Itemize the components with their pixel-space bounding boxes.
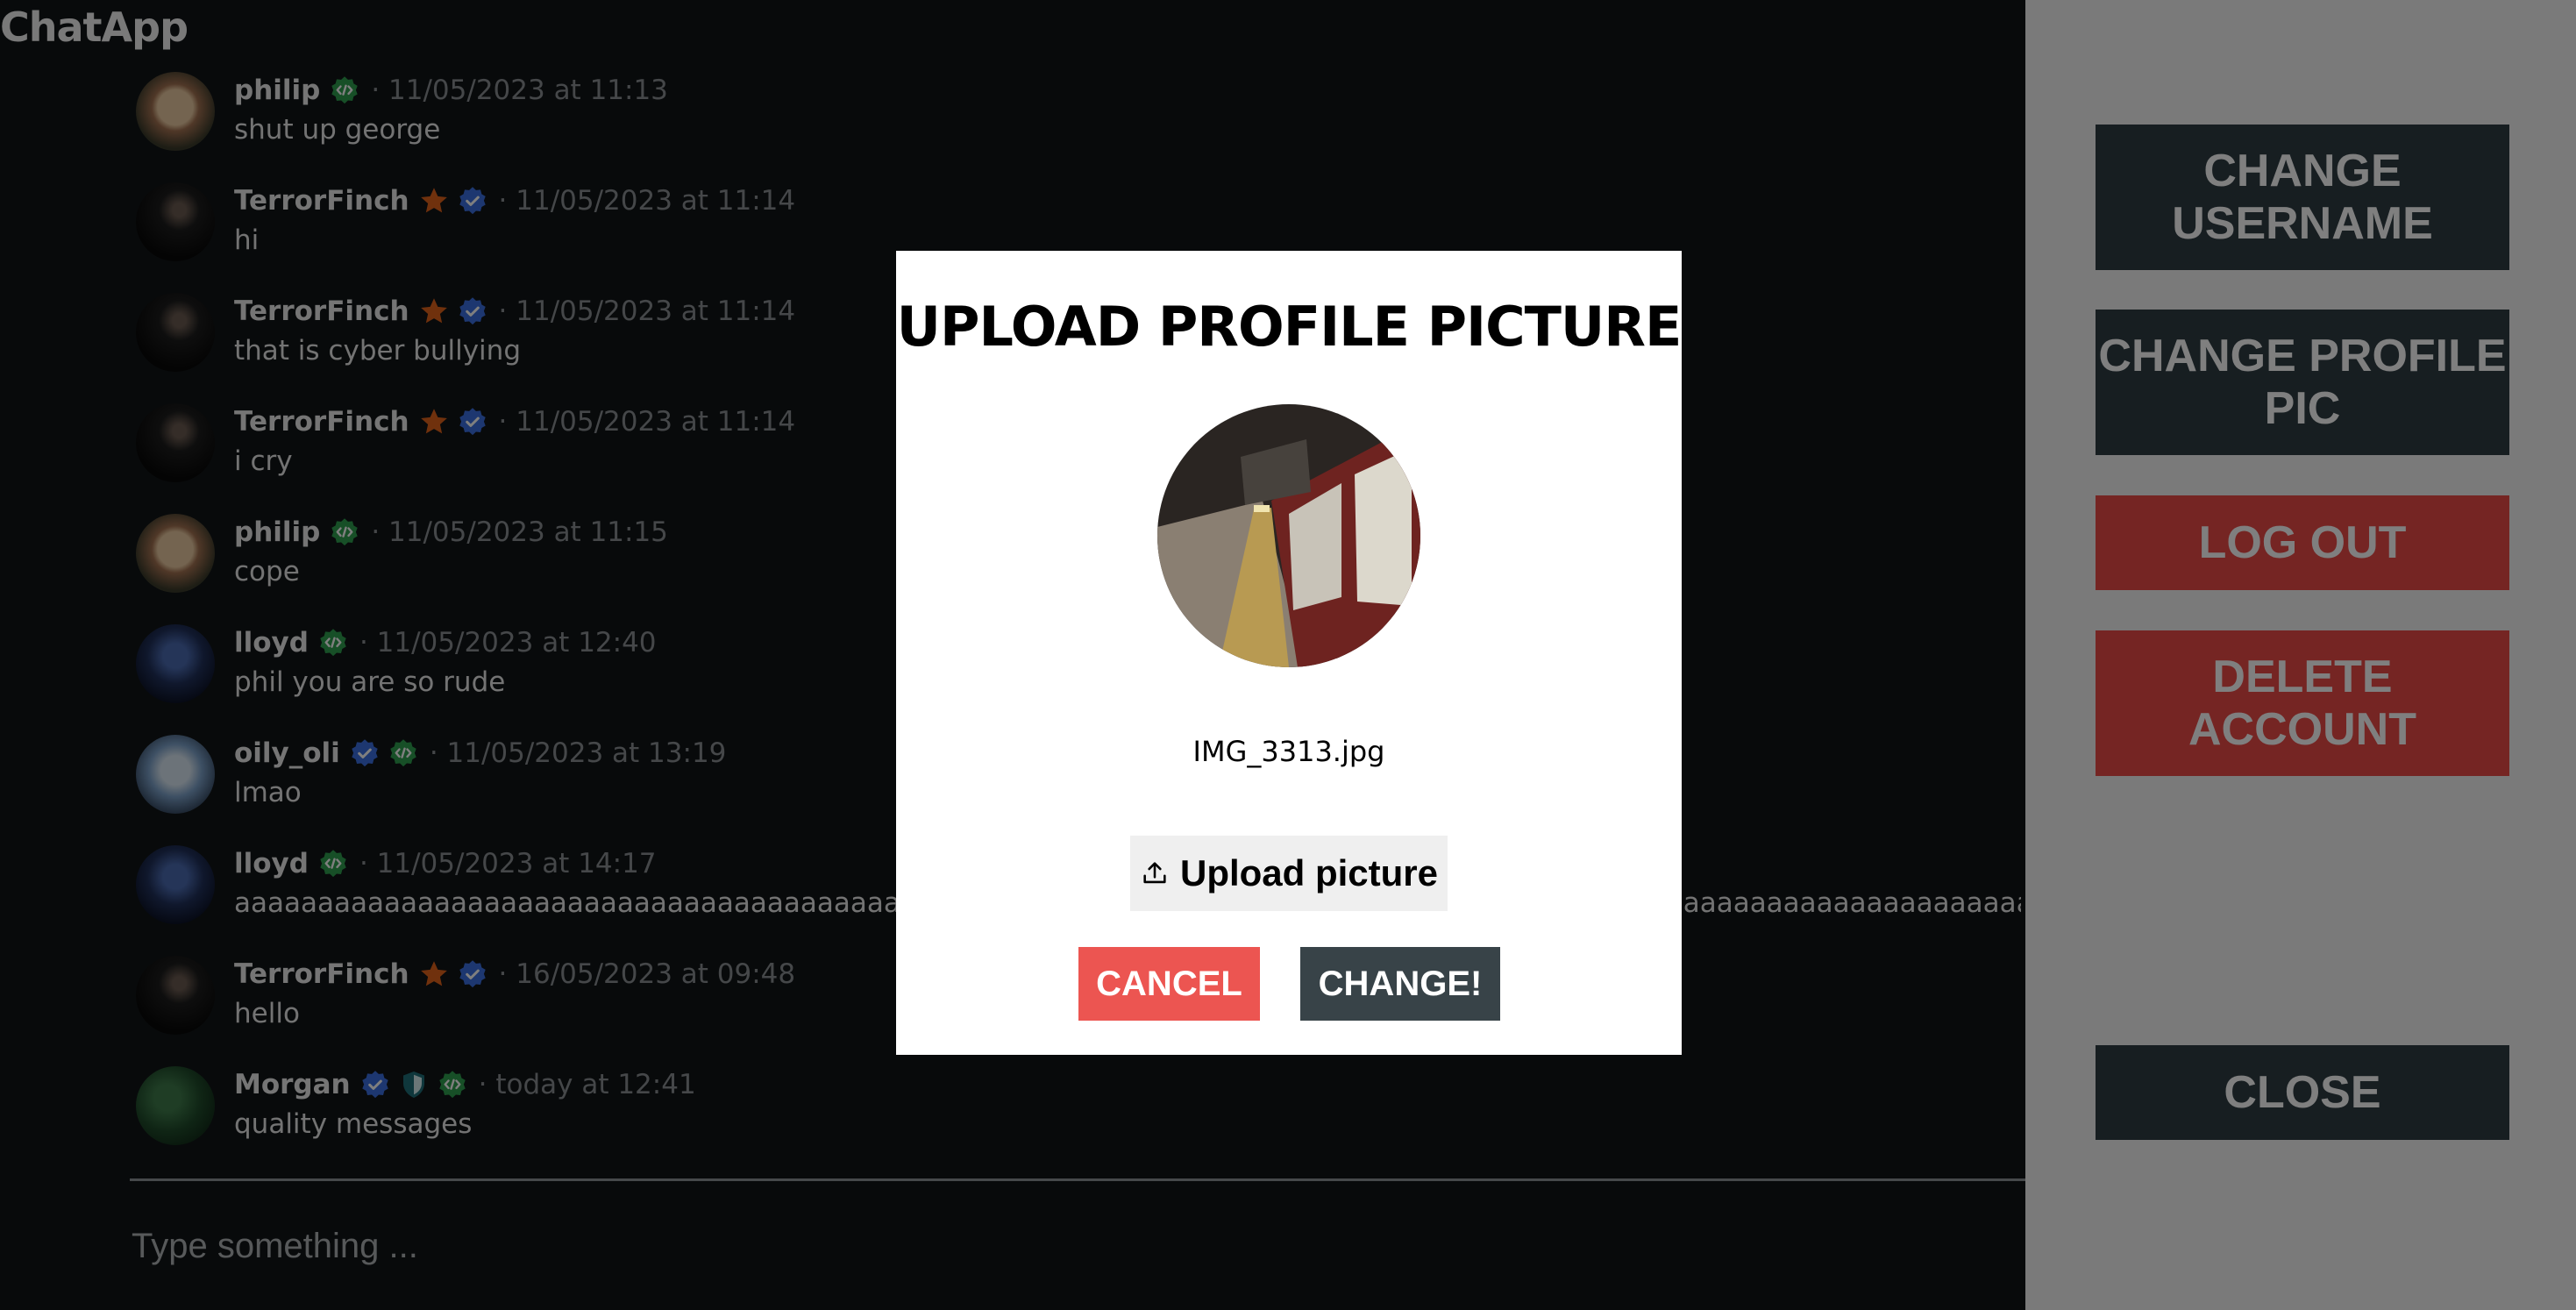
change-button[interactable]: CHANGE! [1300,947,1500,1021]
chat-app: ChatApp philip· 11/05/2023 at 11:13shut … [0,0,2576,1310]
upload-icon [1143,862,1166,884]
upload-picture-label: Upload picture [1179,852,1439,894]
profile-picture-preview [1157,404,1420,667]
cancel-button[interactable]: CANCEL [1078,947,1260,1021]
dialog-title: UPLOAD PROFILE PICTURE [896,295,1683,359]
upload-profile-picture-dialog: UPLOAD PROFILE PICTURE IMG_3313.jpg Uplo… [896,251,1682,1055]
selected-filename: IMG_3313.jpg [1192,735,1385,768]
upload-picture-button[interactable]: Upload picture [1130,836,1448,911]
